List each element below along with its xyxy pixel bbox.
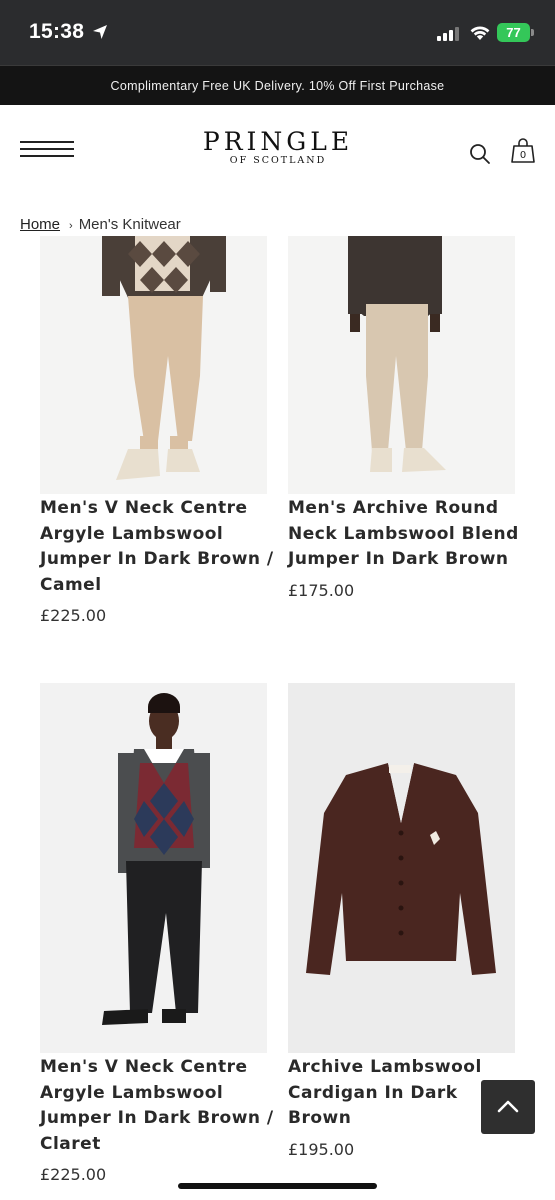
- home-indicator: [178, 1183, 377, 1189]
- location-arrow-icon: [93, 25, 107, 39]
- product-price: £175.00: [288, 581, 355, 600]
- breadcrumb-separator: ›: [69, 220, 73, 232]
- wifi-icon: [470, 26, 490, 40]
- brand-logo[interactable]: PRINGLE OF SCOTLAND: [178, 128, 378, 166]
- search-icon[interactable]: [469, 143, 491, 165]
- product-image[interactable]: [288, 236, 515, 494]
- bag-count: 0: [520, 150, 526, 161]
- product-image[interactable]: [40, 683, 267, 1053]
- product-image[interactable]: [288, 683, 515, 1053]
- status-time: 15:38: [29, 20, 85, 43]
- product-price: £195.00: [288, 1140, 355, 1159]
- product-price: £225.00: [40, 606, 107, 625]
- chevron-up-icon: [497, 1100, 519, 1113]
- breadcrumb-home[interactable]: Home: [20, 216, 60, 233]
- product-name[interactable]: Men's V Neck Centre Argyle Lambswool Jum…: [40, 1055, 276, 1157]
- battery-icon: 77: [497, 23, 530, 42]
- breadcrumb: Home › Men's Knitwear: [20, 216, 181, 233]
- product-name[interactable]: Men's Archive Round Neck Lambswool Blend…: [288, 496, 524, 573]
- battery-tip: [531, 29, 534, 36]
- product-name[interactable]: Men's V Neck Centre Argyle Lambswool Jum…: [40, 496, 276, 598]
- promo-banner[interactable]: Complimentary Free UK Delivery. 10% Off …: [0, 65, 555, 105]
- status-bar: 15:38 77: [0, 0, 555, 65]
- breadcrumb-current: Men's Knitwear: [78, 216, 181, 233]
- bag-icon[interactable]: 0: [510, 138, 536, 164]
- battery-level: 77: [506, 25, 521, 40]
- brand-name: PRINGLE: [202, 127, 354, 156]
- product-price: £225.00: [40, 1165, 107, 1184]
- scroll-top-button[interactable]: [481, 1080, 535, 1134]
- menu-icon[interactable]: [20, 141, 74, 161]
- brand-sub: OF SCOTLAND: [229, 155, 327, 166]
- product-image[interactable]: [40, 236, 267, 494]
- signal-icon: [437, 27, 459, 41]
